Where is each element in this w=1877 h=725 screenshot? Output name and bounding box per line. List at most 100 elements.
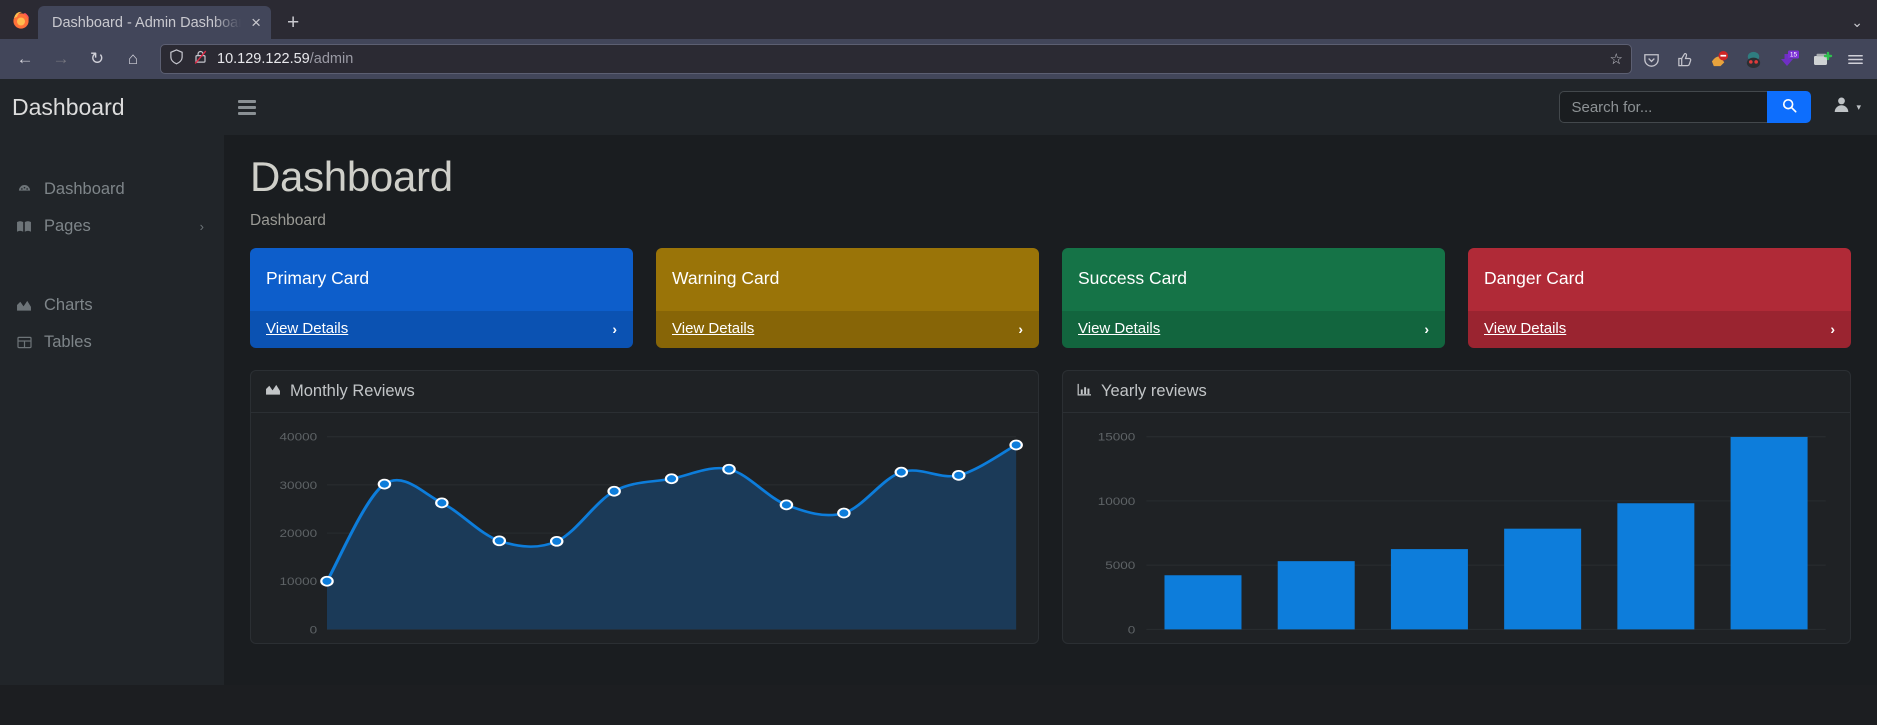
sidebar-item-pages[interactable]: Pages › [0,208,224,245]
url-host: 10.129.122.59 [217,51,310,67]
shield-icon[interactable] [169,48,184,70]
view-details-link[interactable]: View Details [672,320,754,337]
download-badge-count: 15 [1790,51,1798,58]
y-axis-tick-label: 40000 [280,431,318,443]
stat-card-success: Success Card View Details › [1062,248,1445,348]
tab-title: Dashboard - Admin Dashboard [52,14,242,31]
sidebar-item-dashboard[interactable]: Dashboard [0,171,224,208]
data-point [664,473,679,485]
y-axis-tick-label: 30000 [280,479,318,491]
search-button[interactable] [1767,91,1812,123]
data-point [549,535,564,547]
y-axis-tick-label: 20000 [280,527,318,539]
data-point [837,507,851,519]
sidebar-toggle-icon[interactable] [238,99,256,115]
reload-button[interactable]: ↻ [80,43,114,75]
chevron-right-icon: › [199,219,204,234]
page-container: Dashboard Dashboard Primary Card View De… [224,135,1877,644]
monthly-reviews-chart[interactable]: 0 10000 20000 30000 40000 [251,413,1038,643]
stat-card-title: Success Card [1078,268,1187,288]
page-title: Dashboard [250,153,453,200]
stat-card-footer[interactable]: View Details › [250,311,633,348]
chevron-right-icon: › [612,320,617,337]
insecure-lock-icon[interactable] [193,49,208,70]
pocket-save-icon[interactable] [1642,50,1661,69]
back-button[interactable]: ← [8,43,42,75]
y-axis-tick-label: 0 [1128,624,1136,636]
adblock-extension-icon[interactable] [1710,50,1729,69]
tachometer-icon [14,183,34,197]
yearly-reviews-card: Yearly reviews 0 5000 10000 15000 [1062,370,1851,644]
area-chart-icon [265,382,281,401]
search-input[interactable] [1559,91,1768,123]
chevron-right-icon: › [1830,320,1835,337]
breadcrumb: Dashboard [250,212,326,229]
browser-tab[interactable]: Dashboard - Admin Dashboard × [38,6,271,39]
yearly-reviews-title: Yearly reviews [1101,382,1207,400]
firefox-logo-icon [4,0,38,39]
list-all-tabs-icon[interactable]: ⌄ [1851,14,1877,39]
table-icon [14,336,34,349]
data-point [607,485,621,497]
user-menu[interactable]: ▾ [1833,96,1861,118]
sidebar-item-tables[interactable]: Tables [0,324,224,361]
bar-chart-icon [1077,382,1092,401]
search-icon [1782,98,1797,117]
privacy-badger-extension-icon[interactable] [1744,50,1763,69]
chevron-right-icon: › [1424,320,1429,337]
sidebar-divider-top [0,135,224,171]
area-fill [326,444,1017,630]
stat-card-title: Danger Card [1484,268,1585,288]
data-point [1009,439,1023,451]
stat-card-title: Primary Card [266,268,370,288]
extensions-tray: 15 [1642,50,1869,69]
thumbs-up-extension-icon[interactable] [1676,50,1695,69]
view-details-link[interactable]: View Details [266,320,348,337]
home-button[interactable]: ⌂ [116,43,150,75]
area-chart-icon [14,299,34,312]
sidebar-item-label: Pages [44,217,91,235]
url-text[interactable]: 10.129.122.59/admin [217,51,1601,67]
y-axis-tick-label: 10000 [1098,495,1136,507]
downloads-extension-icon[interactable]: 15 [1778,50,1799,69]
y-axis-tick-label: 0 [310,624,318,636]
sidebar-item-label: Dashboard [44,180,125,198]
stat-card-footer[interactable]: View Details › [1062,311,1445,348]
url-bar[interactable]: 10.129.122.59/admin ☆ [160,44,1632,74]
monthly-reviews-title: Monthly Reviews [290,382,415,400]
navigation-toolbar: ← → ↻ ⌂ 10.129.122.59/admin ☆ 15 [0,39,1877,79]
stat-card-footer[interactable]: View Details › [656,311,1039,348]
main-content: ▾ Dashboard Dashboard Primary Card View … [224,79,1877,685]
stat-card-primary: Primary Card View Details › [250,248,633,348]
sidebar-brand[interactable]: Dashboard [0,79,224,135]
new-tab-button[interactable]: + [271,11,313,39]
yearly-reviews-chart[interactable]: 0 5000 10000 15000 [1063,413,1850,643]
y-axis-tick-label: 10000 [280,575,318,587]
sidebar-item-charts[interactable]: Charts [0,287,224,324]
forward-button[interactable]: → [44,43,78,75]
bar-chart-svg[interactable]: 0 5000 10000 15000 [1075,427,1838,643]
app-menu-icon[interactable] [1846,50,1865,69]
close-icon[interactable]: × [247,12,265,33]
app-root: Dashboard Dashboard Pages › Charts Table… [0,79,1877,685]
bar [1164,575,1242,630]
stat-card-warning: Warning Card View Details › [656,248,1039,348]
sidebar: Dashboard Dashboard Pages › Charts Table… [0,79,224,685]
tab-strip: Dashboard - Admin Dashboard × + ⌄ [0,0,1877,39]
sidebar-item-label: Tables [44,333,92,351]
area-chart-svg[interactable]: 0 10000 20000 30000 40000 [263,427,1026,643]
view-details-link[interactable]: View Details [1484,320,1566,337]
monthly-reviews-card: Monthly Reviews 0 10000 20000 30000 40000 [250,370,1039,644]
hamburger-bar [238,99,256,103]
bookmark-star-icon[interactable]: ☆ [1610,50,1623,68]
new-container-tab-icon[interactable] [1812,50,1833,69]
data-point [722,463,736,475]
stat-card-footer[interactable]: View Details › [1468,311,1851,348]
bar [1277,561,1355,630]
hamburger-bar [238,111,256,115]
yearly-reviews-header: Yearly reviews [1063,371,1850,413]
search-form [1559,91,1812,123]
bar [1390,549,1468,630]
data-point [894,466,909,478]
view-details-link[interactable]: View Details [1078,320,1160,337]
